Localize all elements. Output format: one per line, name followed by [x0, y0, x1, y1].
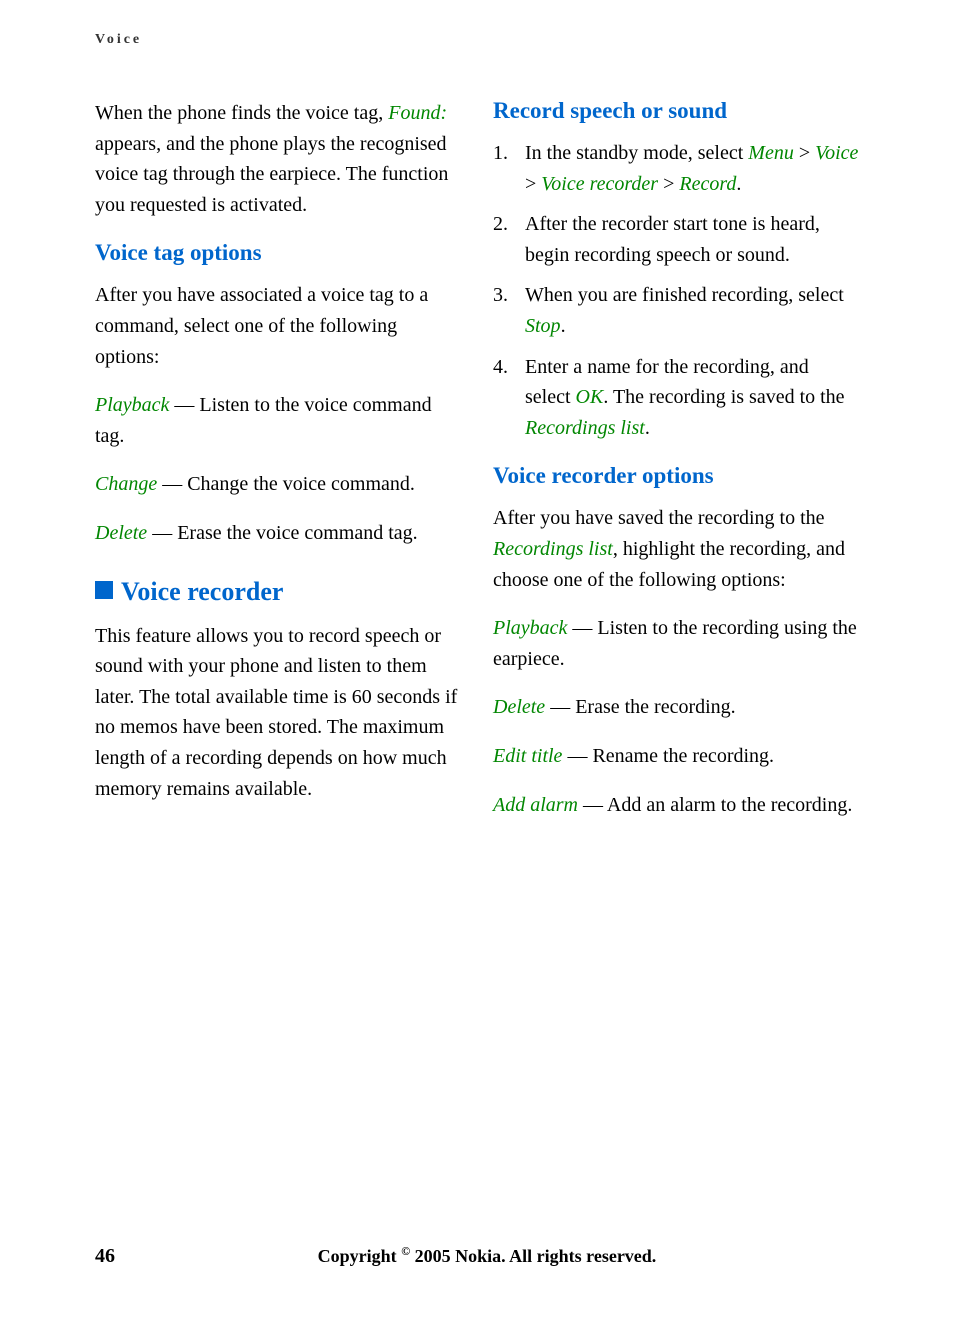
text: After you have saved the recording to th…: [493, 507, 825, 529]
page-number: 46: [95, 1245, 115, 1268]
text: When the phone finds the voice tag,: [95, 102, 388, 124]
term-menu: Menu: [748, 142, 794, 164]
columns: When the phone finds the voice tag, Foun…: [95, 98, 859, 838]
term-recordings-list: Recordings list: [525, 417, 645, 439]
heading-vro: Voice recorder options: [493, 463, 859, 489]
term-add-alarm: Add alarm: [493, 794, 578, 816]
term-voice: Voice: [815, 142, 858, 164]
vro-intro: After you have saved the recording to th…: [493, 503, 859, 595]
text: In the standby mode, select: [525, 142, 748, 164]
square-bullet-icon: [95, 581, 113, 599]
text: When you are finished recording, select: [525, 284, 844, 306]
text: — Erase the recording.: [545, 696, 735, 718]
term-delete: Delete: [493, 696, 545, 718]
running-header: Voice: [95, 32, 859, 48]
text: — Rename the recording.: [562, 745, 774, 767]
copyright: Copyright © 2005 Nokia. All rights reser…: [115, 1244, 859, 1267]
term-recordings-list: Recordings list: [493, 538, 613, 560]
text: — Change the voice command.: [157, 473, 415, 495]
vto-change: Change — Change the voice command.: [95, 469, 461, 500]
heading-voice-tag-options: Voice tag options: [95, 240, 461, 266]
copyright-symbol: ©: [401, 1244, 410, 1258]
term-delete: Delete: [95, 522, 147, 544]
column-left: When the phone finds the voice tag, Foun…: [95, 98, 461, 838]
vto-intro: After you have associated a voice tag to…: [95, 280, 461, 372]
heading-record-speech: Record speech or sound: [493, 98, 859, 124]
text: — Add an alarm to the recording.: [578, 794, 852, 816]
vro-edit-title: Edit title — Rename the recording.: [493, 741, 859, 772]
page-content: Voice When the phone finds the voice tag…: [0, 0, 954, 838]
vro-playback: Playback — Listen to the recording using…: [493, 613, 859, 674]
text: Copyright: [318, 1246, 402, 1266]
record-steps: In the standby mode, select Menu > Voice…: [493, 138, 859, 443]
text: — Erase the voice command tag.: [147, 522, 417, 544]
vr-intro: This feature allows you to record speech…: [95, 621, 461, 805]
vro-add-alarm: Add alarm — Add an alarm to the recordin…: [493, 790, 859, 821]
vto-playback: Playback — Listen to the voice command t…: [95, 390, 461, 451]
vro-delete: Delete — Erase the recording.: [493, 692, 859, 723]
term-edit-title: Edit title: [493, 745, 562, 767]
term-ok: OK: [576, 386, 604, 408]
intro-paragraph: When the phone finds the voice tag, Foun…: [95, 98, 461, 220]
term-playback: Playback: [95, 394, 169, 416]
term-change: Change: [95, 473, 157, 495]
term-record: Record: [679, 173, 736, 195]
term-found: Found:: [388, 102, 447, 124]
step-2: After the recorder start tone is heard, …: [493, 209, 859, 270]
step-1: In the standby mode, select Menu > Voice…: [493, 138, 859, 199]
column-right: Record speech or sound In the standby mo…: [493, 98, 859, 838]
text: 2005 Nokia. All rights reserved.: [410, 1246, 656, 1266]
term-stop: Stop: [525, 315, 561, 337]
footer: 46 Copyright © 2005 Nokia. All rights re…: [95, 1244, 859, 1268]
text: . The recording is saved to the: [603, 386, 844, 408]
step-4: Enter a name for the recording, and sele…: [493, 352, 859, 444]
term-voice-recorder: Voice recorder: [541, 173, 658, 195]
vto-delete: Delete — Erase the voice command tag.: [95, 518, 461, 549]
step-3: When you are finished recording, select …: [493, 280, 859, 341]
heading-text: Voice recorder: [121, 577, 283, 606]
text: appears, and the phone plays the recogni…: [95, 133, 448, 216]
heading-voice-recorder: Voice recorder: [95, 577, 461, 607]
term-playback: Playback: [493, 617, 567, 639]
